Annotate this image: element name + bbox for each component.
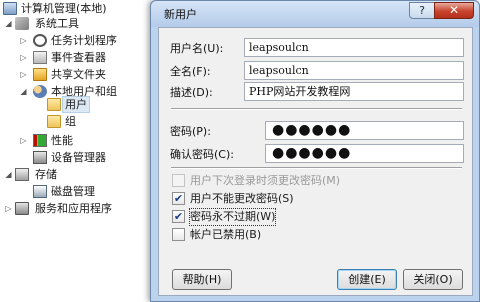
password-label: 密码(P): bbox=[170, 125, 211, 138]
tree-label-device-manager: 设备管理器 bbox=[51, 151, 106, 164]
must-change-password-checkbox[interactable]: 用户下次登录时须更改密码(M) bbox=[172, 173, 372, 189]
checkbox-label: 帐户已禁用(B) bbox=[190, 228, 262, 241]
tree-item-event-viewer[interactable]: ▷ 事件查看器 bbox=[0, 49, 158, 66]
dialog-title: 新用户 bbox=[164, 8, 197, 21]
close-button[interactable]: 关闭(O) bbox=[403, 269, 463, 290]
cannot-change-password-checkbox[interactable]: ✔ 用户不能更改密码(S) bbox=[172, 191, 372, 207]
password-field[interactable]: ●●●●●● bbox=[265, 121, 464, 140]
username-label: 用户名(U): bbox=[170, 42, 224, 55]
tree-label-storage: 存储 bbox=[35, 168, 57, 181]
folder-icon bbox=[47, 115, 61, 128]
shared-folder-icon bbox=[33, 68, 47, 81]
checkbox-box[interactable] bbox=[172, 174, 185, 187]
collapse-arrow-icon[interactable]: ▷ bbox=[19, 66, 28, 83]
tree-label-performance: 性能 bbox=[51, 134, 73, 147]
tree-item-performance[interactable]: ▷ 性能 bbox=[0, 132, 158, 149]
separator bbox=[171, 108, 462, 110]
tools-icon bbox=[15, 17, 29, 30]
tree-item-users[interactable]: 用户 bbox=[0, 96, 158, 113]
tree-item-disk-management[interactable]: 磁盘管理 bbox=[0, 183, 158, 200]
collapse-arrow-icon[interactable]: ▷ bbox=[4, 200, 13, 217]
tree-label-services-apps: 服务和应用程序 bbox=[35, 202, 112, 215]
tree-item-system-tools[interactable]: ◢ 系统工具 bbox=[0, 15, 158, 32]
close-icon[interactable]: ✕ bbox=[434, 2, 474, 19]
folder-icon bbox=[47, 98, 61, 111]
storage-icon bbox=[15, 168, 29, 181]
help-button[interactable]: 帮助(H) bbox=[172, 269, 232, 290]
tree-item-device-manager[interactable]: 设备管理器 bbox=[0, 149, 158, 166]
tree-label-disk-management: 磁盘管理 bbox=[51, 185, 95, 198]
username-field[interactable]: leapsoulcn bbox=[244, 38, 464, 57]
tree-label-shared-folders: 共享文件夹 bbox=[51, 68, 106, 81]
tree-item-groups[interactable]: 组 bbox=[0, 113, 158, 130]
checkbox-label: 用户下次登录时须更改密码(M) bbox=[190, 174, 341, 187]
checkbox-box[interactable]: ✔ bbox=[172, 210, 185, 223]
create-button[interactable]: 创建(E) bbox=[337, 269, 397, 290]
tree-item-shared-folders[interactable]: ▷ 共享文件夹 bbox=[0, 66, 158, 83]
collapse-arrow-icon[interactable]: ▷ bbox=[19, 132, 28, 149]
console-tree: 计算机管理(本地) ◢ 系统工具 ▷ 任务计划程序 ▷ 事件查看器 ▷ 共享文件… bbox=[0, 0, 158, 302]
expand-arrow-icon[interactable]: ◢ bbox=[4, 15, 13, 32]
computer-icon bbox=[3, 2, 17, 15]
checkbox-box[interactable] bbox=[172, 228, 185, 241]
checkbox-box[interactable]: ✔ bbox=[172, 192, 185, 205]
disk-icon bbox=[33, 185, 47, 198]
clock-icon bbox=[33, 34, 47, 47]
dialog-titlebar[interactable]: 新用户 ? ✕ bbox=[151, 1, 479, 27]
account-disabled-checkbox[interactable]: 帐户已禁用(B) bbox=[172, 227, 372, 243]
description-field[interactable]: PHP网站开发教程网 bbox=[244, 82, 464, 101]
password-never-expires-checkbox[interactable]: ✔ 密码永不过期(W) bbox=[172, 208, 372, 226]
collapse-arrow-icon[interactable]: ▷ bbox=[19, 49, 28, 66]
description-label: 描述(D): bbox=[170, 86, 213, 99]
services-icon bbox=[15, 202, 29, 215]
tree-item-storage[interactable]: ◢ 存储 bbox=[0, 166, 158, 183]
device-manager-icon bbox=[33, 151, 47, 164]
performance-icon bbox=[33, 134, 47, 147]
fullname-label: 全名(F): bbox=[170, 65, 211, 78]
checkbox-label: 密码永不过期(W) bbox=[188, 208, 277, 226]
tree-label-task-scheduler: 任务计划程序 bbox=[51, 34, 117, 47]
tree-label-users: 用户 bbox=[65, 98, 87, 111]
tree-label-groups: 组 bbox=[65, 115, 76, 128]
confirm-password-label: 确认密码(C): bbox=[170, 148, 234, 161]
confirm-password-field[interactable]: ●●●●●● bbox=[265, 144, 464, 163]
tree-label-event-viewer: 事件查看器 bbox=[51, 51, 106, 64]
expand-arrow-icon[interactable]: ◢ bbox=[4, 166, 13, 183]
new-user-dialog: 新用户 ? ✕ 用户名(U): leapsoulcn 全名(F): leapso… bbox=[150, 0, 480, 302]
separator bbox=[171, 167, 462, 169]
collapse-arrow-icon[interactable]: ▷ bbox=[19, 32, 28, 49]
tree-item-services-apps[interactable]: ▷ 服务和应用程序 bbox=[0, 200, 158, 217]
help-icon[interactable]: ? bbox=[409, 2, 435, 19]
checkbox-label: 用户不能更改密码(S) bbox=[190, 192, 294, 205]
event-log-icon bbox=[33, 51, 47, 64]
tree-item-task-scheduler[interactable]: ▷ 任务计划程序 bbox=[0, 32, 158, 49]
dialog-panel: 用户名(U): leapsoulcn 全名(F): leapsoulcn 描述(… bbox=[158, 27, 473, 296]
fullname-field[interactable]: leapsoulcn bbox=[244, 61, 464, 80]
tree-label-system-tools: 系统工具 bbox=[35, 17, 79, 30]
